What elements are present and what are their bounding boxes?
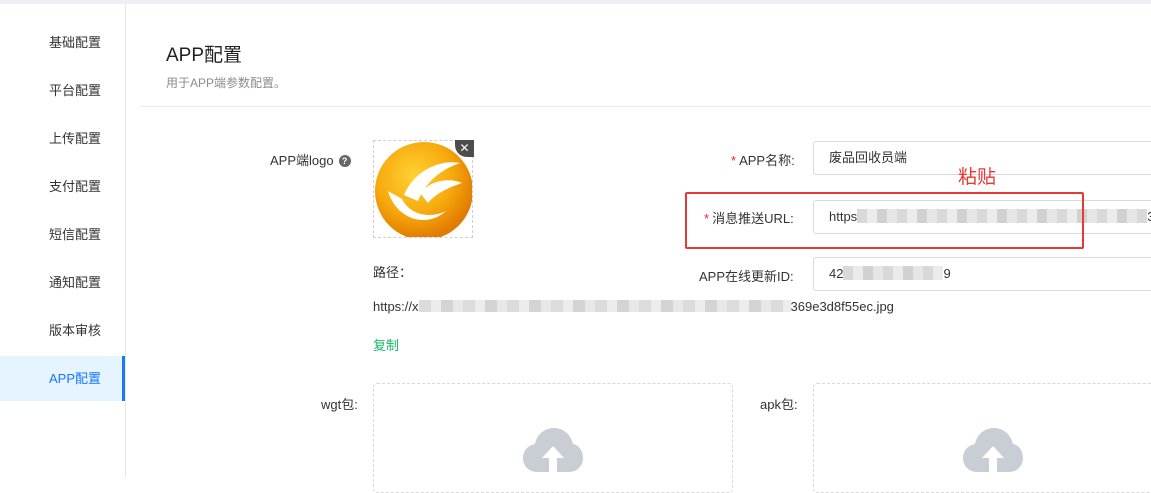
sidebar-item-notify[interactable]: 通知配置 xyxy=(0,260,125,305)
app-name-label: APP名称: xyxy=(739,153,795,168)
push-url-suffix: 3 xyxy=(1147,209,1151,224)
apk-upload-area[interactable] xyxy=(813,383,1151,493)
header-divider xyxy=(140,106,1151,107)
app-name-value: 废品回收员端 xyxy=(829,150,908,165)
redacted-id xyxy=(843,266,944,280)
logo-label-row: APP端logo? xyxy=(270,150,351,169)
cloud-upload-icon xyxy=(523,428,583,472)
sidebar-item-basic[interactable]: 基础配置 xyxy=(0,20,125,65)
sidebar: 基础配置 平台配置 上传配置 支付配置 短信配置 通知配置 版本审核 APP配置 xyxy=(0,4,126,478)
paste-annotation: 粘贴 xyxy=(958,167,997,188)
update-id-label-row: APP在线更新ID: xyxy=(699,266,794,285)
sidebar-item-platform[interactable]: 平台配置 xyxy=(0,68,125,113)
question-circle-icon[interactable]: ? xyxy=(338,155,351,167)
path-prefix: https://x xyxy=(373,299,419,314)
apk-label: apk包: xyxy=(760,397,798,412)
redacted-path xyxy=(418,300,791,312)
highlight-box xyxy=(685,192,1084,249)
cloud-upload-icon xyxy=(963,428,1023,472)
copy-link[interactable]: 复制 xyxy=(373,335,399,354)
required-mark: * xyxy=(731,153,737,168)
page-subtitle: 用于APP端参数配置。 xyxy=(166,76,287,90)
sidebar-item-payment[interactable]: 支付配置 xyxy=(0,164,125,209)
path-value: https://x 369e3d8f55ec.jpg xyxy=(373,299,894,314)
sidebar-item-app-config[interactable]: APP配置 xyxy=(0,356,125,401)
wgt-upload-area[interactable] xyxy=(373,383,733,493)
sidebar-item-version-review[interactable]: 版本审核 xyxy=(0,308,125,353)
path-label: 路径： xyxy=(373,265,413,280)
update-id-input[interactable]: 42 9 xyxy=(813,257,1151,291)
app-name-label-row: * APP名称: xyxy=(731,150,795,169)
apk-label-row: apk包: xyxy=(760,394,798,413)
update-id-label: APP在线更新ID: xyxy=(699,269,794,284)
app-logo-image xyxy=(375,142,473,240)
wgt-label: wgt包: xyxy=(321,397,358,412)
update-id-suffix: 9 xyxy=(943,266,951,281)
sidebar-item-sms[interactable]: 短信配置 xyxy=(0,212,125,257)
path-suffix: 369e3d8f55ec.jpg xyxy=(790,299,894,314)
logo-label: APP端logo xyxy=(270,153,334,168)
wgt-label-row: wgt包: xyxy=(321,394,358,413)
update-id-prefix: 42 xyxy=(829,266,844,281)
logo-upload-box[interactable] xyxy=(373,140,473,240)
top-bar xyxy=(0,0,1151,4)
page-title: APP配置 xyxy=(166,45,243,66)
sidebar-item-upload[interactable]: 上传配置 xyxy=(0,116,125,161)
